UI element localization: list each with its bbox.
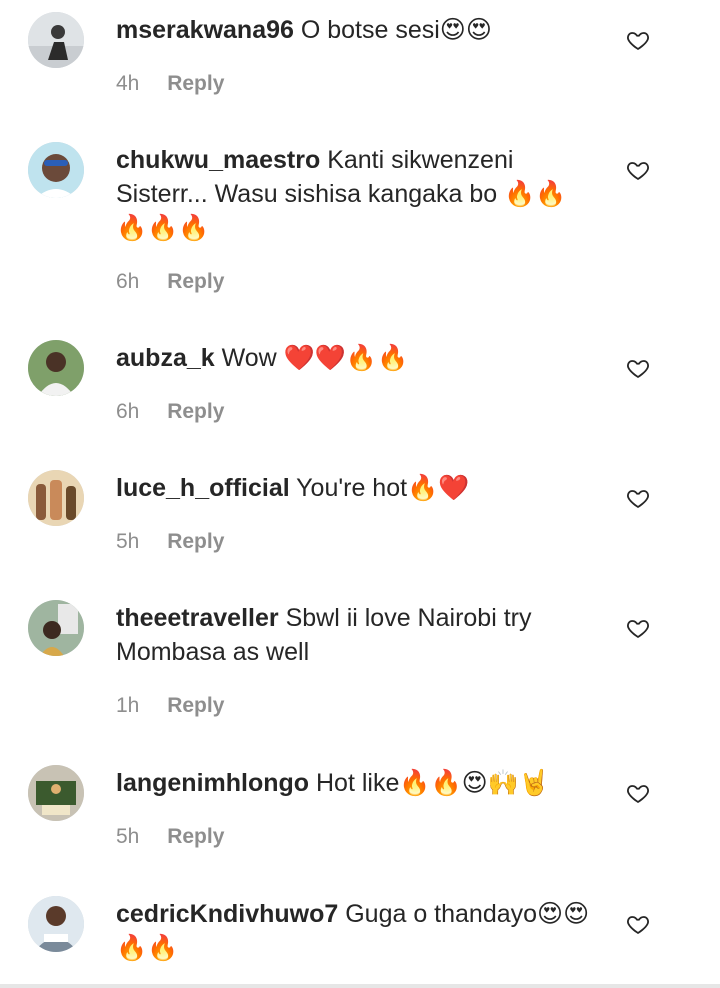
heart-outline-icon[interactable] — [626, 912, 650, 936]
comment-meta: 1h Reply — [116, 691, 596, 721]
comment-text: theeetraveller Sbwl ii love Nairobi try … — [116, 601, 596, 669]
comment-body: langenimhlongo Hot like🔥🔥😍🙌🤘 5h Reply — [116, 766, 596, 852]
comment-text: cedricKndivhuwo7 Guga o thandayo😍😍🔥🔥 — [116, 897, 596, 965]
avatar[interactable] — [28, 340, 84, 396]
comment-body: theeetraveller Sbwl ii love Nairobi try … — [116, 601, 596, 721]
heart-outline-icon[interactable] — [626, 28, 650, 52]
comment-item: theeetraveller Sbwl ii love Nairobi try … — [0, 588, 720, 752]
avatar[interactable] — [28, 142, 84, 198]
comment-username[interactable]: cedricKndivhuwo7 — [116, 900, 338, 928]
comment-body: aubza_k Wow ❤️❤️🔥🔥 6h Reply — [116, 341, 596, 427]
comment-meta: 5h Reply — [116, 527, 596, 557]
comment-body: mserakwana96 O botse sesi😍😍 4h Reply — [116, 13, 596, 99]
reply-button[interactable]: Reply — [167, 694, 224, 717]
comment-time: 1h — [116, 694, 140, 717]
heart-outline-icon[interactable] — [626, 616, 650, 640]
comment-text: aubza_k Wow ❤️❤️🔥🔥 — [116, 341, 596, 375]
comment-username[interactable]: aubza_k — [116, 344, 215, 372]
comment-item: aubza_k Wow ❤️❤️🔥🔥 6h Reply — [0, 328, 720, 458]
comment-item: langenimhlongo Hot like🔥🔥😍🙌🤘 5h Reply — [0, 753, 720, 883]
bottom-divider — [0, 984, 720, 988]
comment-text: mserakwana96 O botse sesi😍😍 — [116, 13, 596, 47]
avatar[interactable] — [28, 470, 84, 526]
comment-content: You're hot🔥❤️ — [296, 474, 470, 502]
comment-text: chukwu_maestro Kanti sikwenzeni Sisterr.… — [116, 143, 596, 245]
avatar[interactable] — [28, 896, 84, 952]
heart-outline-icon[interactable] — [626, 158, 650, 182]
comment-body: chukwu_maestro Kanti sikwenzeni Sisterr.… — [116, 143, 596, 297]
avatar[interactable] — [28, 765, 84, 821]
reply-button[interactable]: Reply — [167, 530, 224, 553]
comment-time: 6h — [116, 270, 140, 293]
comment-time: 6h — [116, 400, 140, 423]
comment-item: mserakwana96 O botse sesi😍😍 4h Reply — [0, 0, 720, 130]
comment-text: luce_h_official You're hot🔥❤️ — [116, 471, 596, 505]
comment-username[interactable]: theeetraveller — [116, 604, 279, 632]
comment-meta: 6h Reply — [116, 267, 596, 297]
comment-username[interactable]: langenimhlongo — [116, 769, 309, 797]
heart-outline-icon[interactable] — [626, 486, 650, 510]
heart-outline-icon[interactable] — [626, 781, 650, 805]
comment-meta: 4h Reply — [116, 69, 596, 99]
comment-body: cedricKndivhuwo7 Guga o thandayo😍😍🔥🔥 — [116, 897, 596, 965]
reply-button[interactable]: Reply — [167, 825, 224, 848]
comment-time: 5h — [116, 825, 140, 848]
heart-outline-icon[interactable] — [626, 356, 650, 380]
comment-content: Wow ❤️❤️🔥🔥 — [221, 344, 409, 372]
comment-time: 5h — [116, 530, 140, 553]
avatar[interactable] — [28, 12, 84, 68]
comment-text: langenimhlongo Hot like🔥🔥😍🙌🤘 — [116, 766, 596, 800]
reply-button[interactable]: Reply — [167, 72, 224, 95]
comment-body: luce_h_official You're hot🔥❤️ 5h Reply — [116, 471, 596, 557]
reply-button[interactable]: Reply — [167, 270, 224, 293]
comment-time: 4h — [116, 72, 140, 95]
avatar[interactable] — [28, 600, 84, 656]
comment-content: O botse sesi😍😍 — [300, 16, 492, 44]
comment-username[interactable]: chukwu_maestro — [116, 146, 320, 174]
comments-list: mserakwana96 O botse sesi😍😍 4h Reply chu… — [0, 0, 720, 988]
comment-item: cedricKndivhuwo7 Guga o thandayo😍😍🔥🔥 — [0, 884, 720, 984]
reply-button[interactable]: Reply — [167, 400, 224, 423]
comment-meta: 6h Reply — [116, 397, 596, 427]
comment-username[interactable]: mserakwana96 — [116, 16, 294, 44]
comment-item: chukwu_maestro Kanti sikwenzeni Sisterr.… — [0, 130, 720, 326]
comment-content: Hot like🔥🔥😍🙌🤘 — [316, 769, 550, 797]
comment-item: luce_h_official You're hot🔥❤️ 5h Reply — [0, 458, 720, 588]
comment-meta: 5h Reply — [116, 822, 596, 852]
comment-username[interactable]: luce_h_official — [116, 474, 290, 502]
